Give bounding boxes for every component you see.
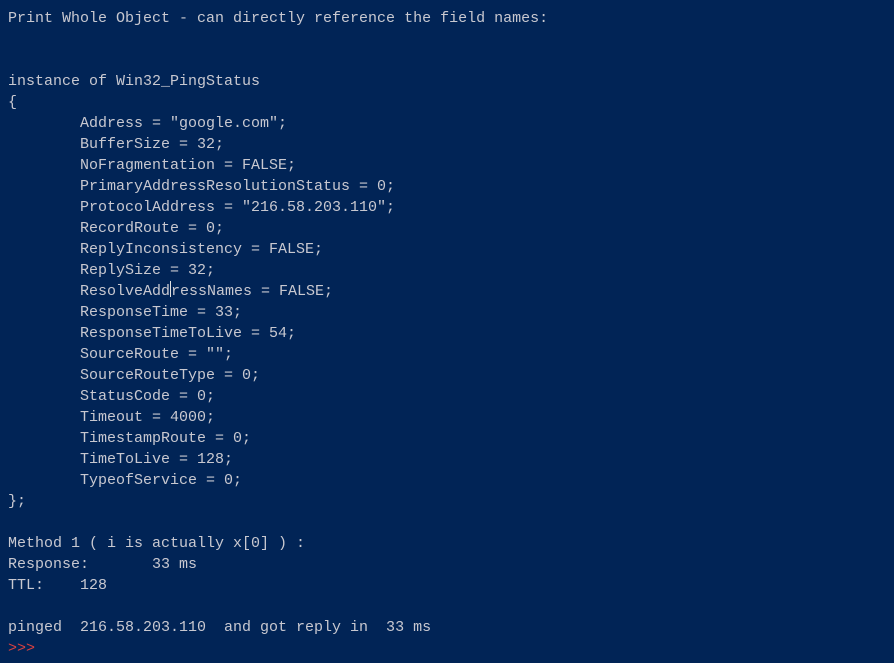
field-protocoladdress: ProtocolAddress = "216.58.203.110";: [8, 199, 395, 216]
field-timeout: Timeout = 4000;: [8, 409, 215, 426]
field-sourceroute: SourceRoute = "";: [8, 346, 233, 363]
instance-line: instance of Win32_PingStatus: [8, 73, 260, 90]
header-line: Print Whole Object - can directly refere…: [8, 10, 548, 27]
field-timetolive: TimeToLive = 128;: [8, 451, 233, 468]
text-cursor: [170, 281, 171, 297]
close-brace: };: [8, 493, 26, 510]
field-nofragmentation: NoFragmentation = FALSE;: [8, 157, 296, 174]
field-responsetime: ResponseTime = 33;: [8, 304, 242, 321]
prompt[interactable]: >>>: [8, 640, 35, 657]
method1-header: Method 1 ( i is actually x[0] ) :: [8, 535, 305, 552]
open-brace: {: [8, 94, 17, 111]
field-responsettl: ResponseTimeToLive = 54;: [8, 325, 296, 342]
field-resolve-before: ResolveAdd: [8, 283, 170, 300]
pinged-line: pinged 216.58.203.110 and got reply in 3…: [8, 619, 431, 636]
field-buffersize: BufferSize = 32;: [8, 136, 224, 153]
field-primaryaddress: PrimaryAddressResolutionStatus = 0;: [8, 178, 395, 195]
ttl-result-line: TTL: 128: [8, 577, 107, 594]
field-address: Address = "google.com";: [8, 115, 287, 132]
field-replyinconsistency: ReplyInconsistency = FALSE;: [8, 241, 323, 258]
terminal-output[interactable]: Print Whole Object - can directly refere…: [8, 8, 886, 659]
field-timestamproute: TimestampRoute = 0;: [8, 430, 251, 447]
response-line: Response: 33 ms: [8, 556, 197, 573]
field-resolve-after: ressNames = FALSE;: [171, 283, 333, 300]
field-recordroute: RecordRoute = 0;: [8, 220, 224, 237]
field-replysize: ReplySize = 32;: [8, 262, 215, 279]
field-sourceroutetype: SourceRouteType = 0;: [8, 367, 260, 384]
field-statuscode: StatusCode = 0;: [8, 388, 215, 405]
field-typeofservice: TypeofService = 0;: [8, 472, 242, 489]
